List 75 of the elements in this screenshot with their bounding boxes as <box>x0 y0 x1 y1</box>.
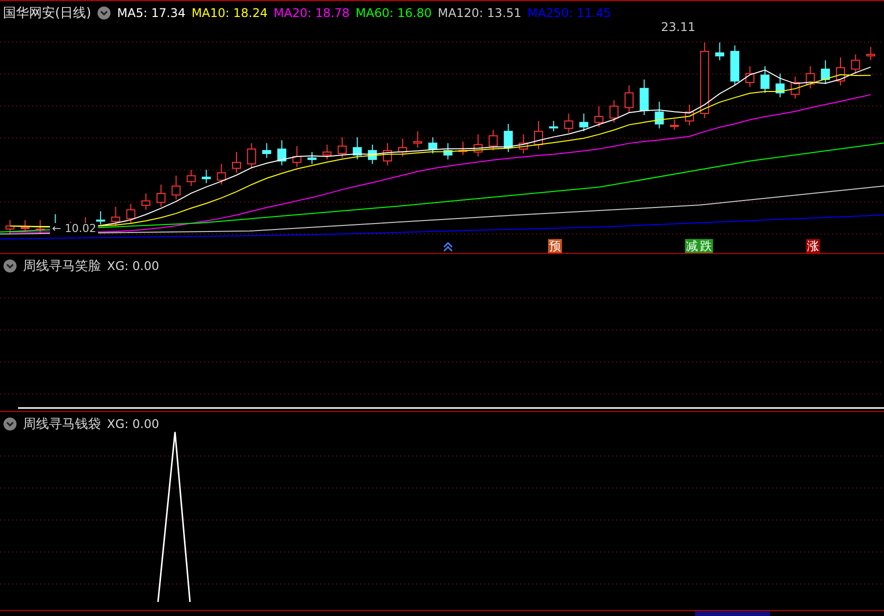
moving-average-label: MA10: 18.24 <box>192 6 268 20</box>
candlestick <box>564 113 574 134</box>
signal-tag: 预 <box>548 239 562 253</box>
candlestick <box>111 206 120 227</box>
candlestick <box>776 73 785 98</box>
candlestick <box>715 42 724 61</box>
candlestick <box>670 118 679 130</box>
candlestick <box>202 169 211 184</box>
candlestick <box>322 144 332 160</box>
candlestick <box>352 136 362 160</box>
candlestick <box>36 220 45 234</box>
candlestick <box>474 134 483 157</box>
candlestick <box>277 140 286 166</box>
candlestick <box>760 66 770 94</box>
candlestick <box>836 56 845 86</box>
candlestick <box>368 144 377 164</box>
dropdown-icon[interactable] <box>3 417 17 431</box>
stock-title: 国华网安(日线) <box>3 5 92 22</box>
indicator-title: 周线寻马笑脸 <box>23 258 101 275</box>
high-price-label: 23.11 <box>661 20 696 34</box>
low-price-label: ← 10.02 <box>50 223 98 235</box>
candlestick <box>654 101 664 129</box>
candlestick <box>685 104 694 126</box>
moving-average-label: MA20: 18.78 <box>274 6 350 20</box>
candlestick <box>338 136 347 158</box>
candlestick <box>141 192 150 210</box>
candlestick <box>6 220 14 234</box>
double-chevron-icon <box>443 242 453 252</box>
candlestick <box>579 113 588 132</box>
candlestick <box>413 130 422 148</box>
candlestick <box>488 129 498 152</box>
candlestick <box>126 203 136 224</box>
moving-average-label: MA60: 16.80 <box>356 6 432 20</box>
candlestick <box>383 142 392 166</box>
candlestick <box>504 123 513 153</box>
candlestick <box>730 44 740 86</box>
signal-tag: 跌 <box>699 239 713 253</box>
candlestick <box>398 138 408 157</box>
candlestick <box>745 66 754 88</box>
candlestick <box>186 169 196 187</box>
candlestick <box>624 84 634 113</box>
candlestick <box>428 136 438 154</box>
candlestick <box>156 184 166 208</box>
candlestick <box>216 163 226 186</box>
candlestick <box>247 142 256 169</box>
moving-average-label: MA120: 13.51 <box>438 6 522 20</box>
candlestick <box>96 210 106 226</box>
candlestick <box>20 220 30 232</box>
candlestick <box>232 152 241 174</box>
candlestick <box>534 120 543 150</box>
candlestick <box>458 141 468 156</box>
signal-tag: 涨 <box>806 239 820 253</box>
indicator-value: XG: 0.00 <box>107 259 160 273</box>
candlestick <box>790 76 800 100</box>
candlestick <box>594 106 604 128</box>
signal-tag: 减 <box>685 239 699 253</box>
candlestick <box>806 66 815 89</box>
candlestick <box>262 142 272 158</box>
moving-average-label: MA5: 17.34 <box>117 6 186 20</box>
candlestick <box>292 146 302 168</box>
candlestick <box>308 152 316 164</box>
indicator-title: 周线寻马钱袋 <box>23 416 101 433</box>
candlestick <box>851 54 860 74</box>
dropdown-icon[interactable] <box>97 6 112 20</box>
candlestick <box>610 100 618 123</box>
indicator-value: XG: 0.00 <box>107 417 160 431</box>
candlestick <box>820 60 830 84</box>
candlestick <box>172 175 181 200</box>
dropdown-icon[interactable] <box>3 259 17 273</box>
moving-average-label: MA250: 11.45 <box>527 6 612 20</box>
candlestick <box>549 120 558 132</box>
candlestick <box>518 134 528 154</box>
candlestick <box>866 46 876 61</box>
candlestick <box>640 79 649 116</box>
candlestick <box>443 142 452 160</box>
